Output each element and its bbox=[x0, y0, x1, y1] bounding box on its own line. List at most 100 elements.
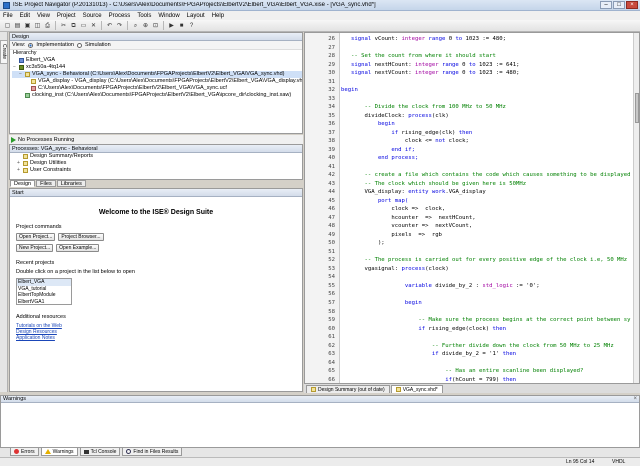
open-example-button[interactable]: Open Example... bbox=[56, 244, 100, 252]
menu-process[interactable]: Process bbox=[109, 13, 131, 19]
additional-resources-label: Additional resources bbox=[16, 314, 66, 320]
line-number: 45 bbox=[328, 197, 335, 204]
line-number: 66 bbox=[328, 376, 335, 383]
welcome-heading: Welcome to the ISE® Design Suite bbox=[98, 209, 214, 216]
tree-item-label: VGA_display - VGA_display (C:\Users\Alex… bbox=[38, 78, 302, 84]
process-item[interactable]: Design Summary/Reports bbox=[12, 153, 302, 160]
tree-item-label: xc3s50a-4tq144 bbox=[26, 64, 66, 70]
undo-icon[interactable]: ↶ bbox=[105, 21, 114, 30]
file-icon bbox=[311, 387, 316, 392]
copy-icon[interactable]: ⧉ bbox=[69, 21, 78, 30]
code-text: -- Further divide down the clock from 50… bbox=[351, 342, 614, 349]
find-icon[interactable]: ⌕ bbox=[131, 21, 140, 30]
implementation-label[interactable]: Implementation bbox=[36, 42, 74, 48]
minimize-button[interactable]: – bbox=[600, 1, 612, 9]
expand-toggle-icon[interactable]: − bbox=[18, 71, 23, 78]
line-number: 31 bbox=[328, 78, 335, 85]
expand-toggle-icon[interactable]: + bbox=[16, 160, 21, 167]
view-selector: View: Implementation Simulation bbox=[10, 41, 302, 50]
line-number: 43 bbox=[328, 180, 335, 187]
start-panel-header: Start bbox=[10, 189, 302, 197]
recent-projects-list[interactable]: Elbert_VGA VGA_tutorial ElbertTopModule Elb… bbox=[16, 278, 72, 305]
code-line: 66 if(hCount = 799) then bbox=[305, 376, 635, 383]
tab-label: Tcl Console bbox=[90, 448, 117, 455]
line-number: 29 bbox=[328, 61, 335, 68]
open-project-button[interactable]: Open Project... bbox=[16, 233, 56, 241]
menu-help[interactable]: Help bbox=[212, 13, 224, 19]
process-item[interactable]: + Design Utilities bbox=[12, 160, 302, 167]
project-browser-button[interactable]: Project Browser... bbox=[58, 233, 104, 241]
maximize-button[interactable]: □ bbox=[613, 1, 625, 9]
tree-item[interactable]: C:\Users\Alex\Documents\FPGAProjects\Elb… bbox=[12, 85, 302, 92]
code-editor[interactable]: 26 signal vCount: integer range 0 to 1023… bbox=[304, 32, 640, 384]
window-controls: – □ × bbox=[600, 1, 638, 9]
tab-warnings[interactable]: Warnings bbox=[40, 448, 78, 456]
line-number: 30 bbox=[328, 70, 335, 77]
save-all-icon[interactable]: ◫ bbox=[33, 21, 42, 30]
scrollbar-thumb[interactable] bbox=[635, 93, 639, 123]
create-tab[interactable]: Create bbox=[0, 40, 8, 64]
new-icon[interactable]: ▢ bbox=[3, 21, 12, 30]
tree-item[interactable]: clocking_inst (C:\Users\Alex\Documents\F… bbox=[12, 92, 302, 99]
tab-libraries[interactable]: Libraries bbox=[56, 180, 86, 187]
editor-scrollbar[interactable] bbox=[633, 33, 639, 383]
open-icon[interactable]: ▤ bbox=[13, 21, 22, 30]
line-number: 28 bbox=[328, 53, 335, 60]
stop-icon[interactable]: ■ bbox=[177, 21, 186, 30]
code-line: 47 hcounter => nextHCount, bbox=[305, 214, 635, 223]
code-text: -- The clock which should be given here … bbox=[351, 180, 527, 187]
simulation-radio[interactable] bbox=[76, 42, 82, 48]
tree-item[interactable]: Elbert_VGA bbox=[12, 57, 302, 64]
menu-view[interactable]: View bbox=[37, 13, 50, 19]
menu-file[interactable]: File bbox=[3, 13, 13, 19]
paste-icon[interactable]: ▭ bbox=[79, 21, 88, 30]
resource-link[interactable]: Application Notes bbox=[10, 335, 302, 341]
code-line: 41 bbox=[305, 163, 635, 172]
tab-label: Design bbox=[14, 180, 32, 187]
tree-item[interactable]: VGA_display - VGA_display (C:\Users\Alex… bbox=[12, 78, 302, 85]
tree-item[interactable]: − VGA_sync - Behavioral (C:\Users\Alex\Do… bbox=[12, 71, 302, 78]
expand-toggle-icon[interactable]: + bbox=[16, 167, 21, 174]
code-text: port map( bbox=[351, 197, 409, 204]
zoom-icon[interactable]: ⊕ bbox=[141, 21, 150, 30]
code-line: 45 port map( bbox=[305, 197, 635, 206]
tab-tcl-console[interactable]: Tcl Console bbox=[79, 448, 121, 456]
redo-icon[interactable]: ↷ bbox=[115, 21, 124, 30]
simulation-label[interactable]: Simulation bbox=[85, 42, 111, 48]
close-button[interactable]: × bbox=[626, 1, 638, 9]
menu-tools[interactable]: Tools bbox=[137, 13, 151, 19]
cut-icon[interactable]: ✂ bbox=[59, 21, 68, 30]
recent-projects-hint: Double click on a project in the list be… bbox=[16, 269, 135, 275]
code-text: hcounter => nextHCount, bbox=[351, 214, 476, 221]
editor-tab[interactable]: VGA_sync.vhd* bbox=[390, 385, 443, 393]
new-project-button[interactable]: New Project... bbox=[16, 244, 54, 252]
menu-source[interactable]: Source bbox=[83, 13, 102, 19]
menu-layout[interactable]: Layout bbox=[187, 13, 205, 19]
delete-icon[interactable]: ✕ bbox=[89, 21, 98, 30]
editor-tab[interactable]: Design Summary (out of date) bbox=[306, 385, 390, 393]
tree-item-label: Elbert_VGA bbox=[26, 57, 56, 63]
run-icon[interactable]: ▶ bbox=[167, 21, 176, 30]
code-line: 27 bbox=[305, 44, 635, 53]
process-item[interactable]: + User Constraints bbox=[12, 167, 302, 174]
print-icon[interactable]: ⎙ bbox=[43, 21, 52, 30]
zoom-fit-icon[interactable]: ⊡ bbox=[151, 21, 160, 30]
help-icon[interactable]: ? bbox=[187, 21, 196, 30]
tab-errors[interactable]: Errors bbox=[10, 448, 39, 456]
tab-design[interactable]: Design bbox=[10, 180, 36, 187]
menu-project[interactable]: Project bbox=[57, 13, 76, 19]
menu-edit[interactable]: Edit bbox=[20, 13, 30, 19]
save-icon[interactable]: ▣ bbox=[23, 21, 32, 30]
code-line: 38 clock <= not clock; bbox=[305, 137, 635, 146]
code-line: 56 bbox=[305, 290, 635, 299]
implementation-radio[interactable] bbox=[28, 42, 34, 48]
code-line: 52 -- The process is carried out for eve… bbox=[305, 256, 635, 265]
expand-toggle-icon[interactable]: − bbox=[12, 64, 17, 71]
recent-project-item[interactable]: ElbertVGA1 bbox=[17, 299, 71, 305]
tree-item[interactable]: − xc3s50a-4tq144 bbox=[12, 64, 302, 71]
line-number: 36 bbox=[328, 121, 335, 128]
tab-files[interactable]: Files bbox=[36, 180, 56, 187]
tab-find-in-files-results[interactable]: Find in Files Results bbox=[122, 448, 183, 456]
close-icon[interactable]: × bbox=[633, 396, 637, 402]
menu-window[interactable]: Window bbox=[158, 13, 179, 19]
